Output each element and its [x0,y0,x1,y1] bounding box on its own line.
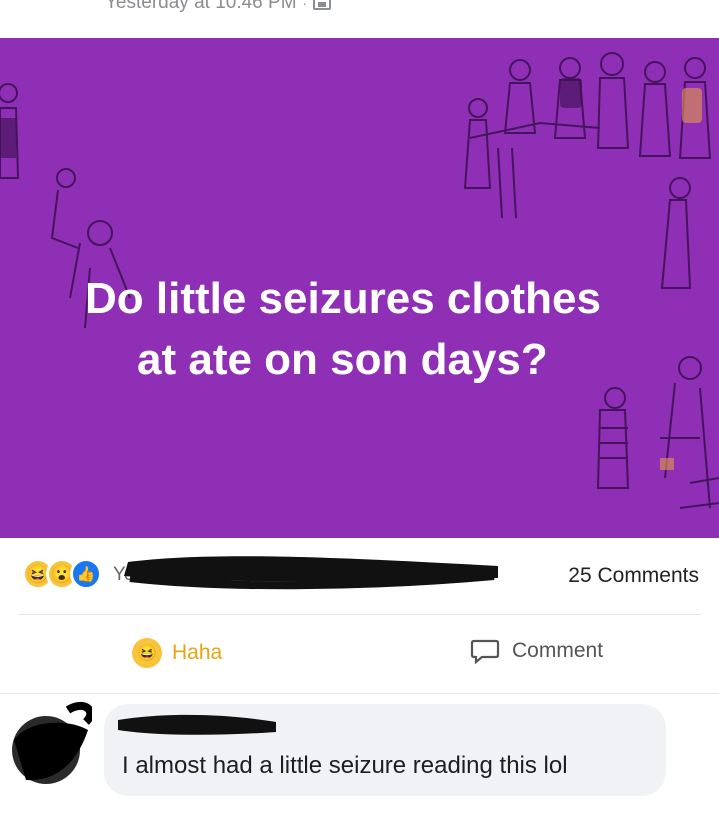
photo-icon [313,0,332,10]
headline-line-1: Do little seizures clothes [85,274,601,323]
haha-reaction-button[interactable]: 😆 Haha [132,638,222,668]
haha-icon: 😆 [132,638,162,668]
divider [0,693,719,694]
comments-count[interactable]: 25 Comments [568,564,699,588]
comment-text: I almost had a little seizure reading th… [122,752,568,779]
post-banner[interactable]: Do little seizures clothes at ate on son… [0,38,719,538]
avatar[interactable] [8,700,92,788]
post-meta: Yesterday at 10:46 PM · [105,0,332,14]
post-timestamp[interactable]: Yesterday at 10:46 PM [105,0,297,14]
like-reaction-icon: 👍 [70,558,102,590]
comment-button[interactable]: Comment [470,638,603,664]
haha-label: Haha [172,641,223,664]
redaction-scribble [124,556,498,590]
redaction-scribble [118,714,276,735]
divider [18,614,701,615]
headline-line-2: at ate on son days? [137,335,548,384]
reaction-icons[interactable]: 😆 😮 👍 [22,558,102,590]
comment-icon [470,639,500,664]
meta-separator: · [302,0,308,11]
comment-label: Comment [512,639,604,662]
